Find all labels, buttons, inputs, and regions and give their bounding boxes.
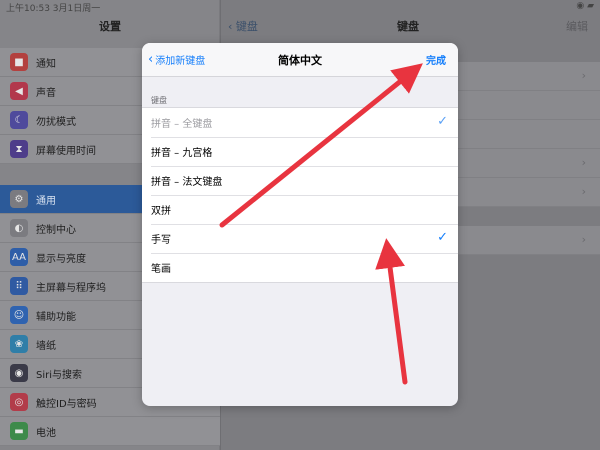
chevron-right-icon: › [581,233,586,246]
status-icons: ◉ ▰ [576,1,594,11]
keyboard-layout-list: 拼音 – 全键盘 ✓ 拼音 – 九宫格 拼音 – 法文键盘 双拼手写 ✓ 笔画 [142,107,458,283]
section-header: 键盘 [151,96,167,105]
add-keyboard-sheet: ‹ 添加新键盘 简体中文 完成 键盘 拼音 – 全键盘 ✓ 拼音 – 九宫格 拼音 –… [142,43,458,406]
chevron-left-icon: ‹ [228,20,236,33]
keyboard-layout-label: 双拼 [151,206,171,217]
add-new-keyboard-back-button[interactable]: ‹ 添加新键盘 [148,52,205,67]
accessibility-icon: ☺ [10,306,28,324]
keyboard-layout-row[interactable]: 拼音 – 法文键盘 [142,166,458,195]
keyboard-layout-row[interactable]: 拼音 – 九宫格 [142,137,458,166]
sidebar-item-label: 声音 [36,87,56,99]
chevron-right-icon: › [581,69,586,82]
chevron-right-icon: › [581,185,586,198]
sidebar-item-label: 主屏幕与程序坞 [36,282,106,294]
sheet-nav-bar: ‹ 添加新键盘 简体中文 完成 [142,43,458,77]
display-icon: AA [10,248,28,266]
keyboard-layout-label: 笔画 [151,264,171,275]
keyboard-layout-label: 手写 [151,235,171,246]
hourglass-icon: ⧗ [10,140,28,158]
keyboard-layout-label: 拼音 – 九宫格 [151,148,213,159]
sidebar-item-label: 显示与亮度 [36,253,86,265]
detail-back-label: 键盘 [235,20,258,33]
sidebar-item-label: 触控ID与密码 [36,398,97,410]
wallpaper-icon: ❀ [10,335,28,353]
sidebar-item-label: 墙纸 [36,340,56,352]
detail-back-button[interactable]: ‹ 键盘 [228,18,258,34]
siri-icon: ◉ [10,364,28,382]
sidebar-item-label: 屏幕使用时间 [36,145,96,157]
sidebar-item-label: 辅助功能 [36,311,76,323]
status-bar: 上午10:53 3月1日周一 ◉ ▰ [0,0,600,14]
sidebar-item-label: Siri与搜索 [36,369,83,381]
chevron-left-icon: ‹ [148,52,154,67]
gear-icon: ⚙ [10,190,28,208]
keyboard-layout-label: 拼音 – 法文键盘 [151,177,223,188]
control-center-icon: ◐ [10,219,28,237]
sidebar-title: 设置 [99,20,121,33]
sidebar-item-label: 控制中心 [36,224,76,236]
sheet-title: 简体中文 [278,54,322,67]
detail-title: 键盘 [397,20,419,33]
sound-icon: ◀ [10,82,28,100]
keyboard-layout-row[interactable]: 笔画 [142,253,458,282]
notifications-icon: ■ [10,53,28,71]
back-label: 添加新键盘 [155,56,206,67]
touch-id-icon: ◎ [10,393,28,411]
edit-button[interactable]: 编辑 [566,18,588,34]
keyboard-layout-row[interactable]: 手写 ✓ [142,224,458,253]
status-time: 上午10:53 3月1日周一 [6,4,101,14]
chevron-right-icon: › [581,156,586,169]
sidebar-item-label: 电池 [36,427,56,439]
moon-icon: ☾ [10,111,28,129]
keyboard-layout-row[interactable]: 双拼 [142,195,458,224]
sidebar-item[interactable]: ▬ 电池 [0,417,220,446]
sidebar-item-label: 勿扰模式 [36,116,76,128]
keyboard-layout-label: 拼音 – 全键盘 [151,119,213,130]
home-screen-icon: ⠿ [10,277,28,295]
keyboard-layout-row: 拼音 – 全键盘 ✓ [142,108,458,137]
done-button[interactable]: 完成 [426,52,446,67]
checkmark-icon: ✓ [437,114,448,129]
battery-icon: ▬ [10,422,28,440]
sidebar-item-label: 通用 [36,195,56,207]
sidebar-item-label: 通知 [36,58,56,70]
checkmark-icon: ✓ [437,230,448,245]
